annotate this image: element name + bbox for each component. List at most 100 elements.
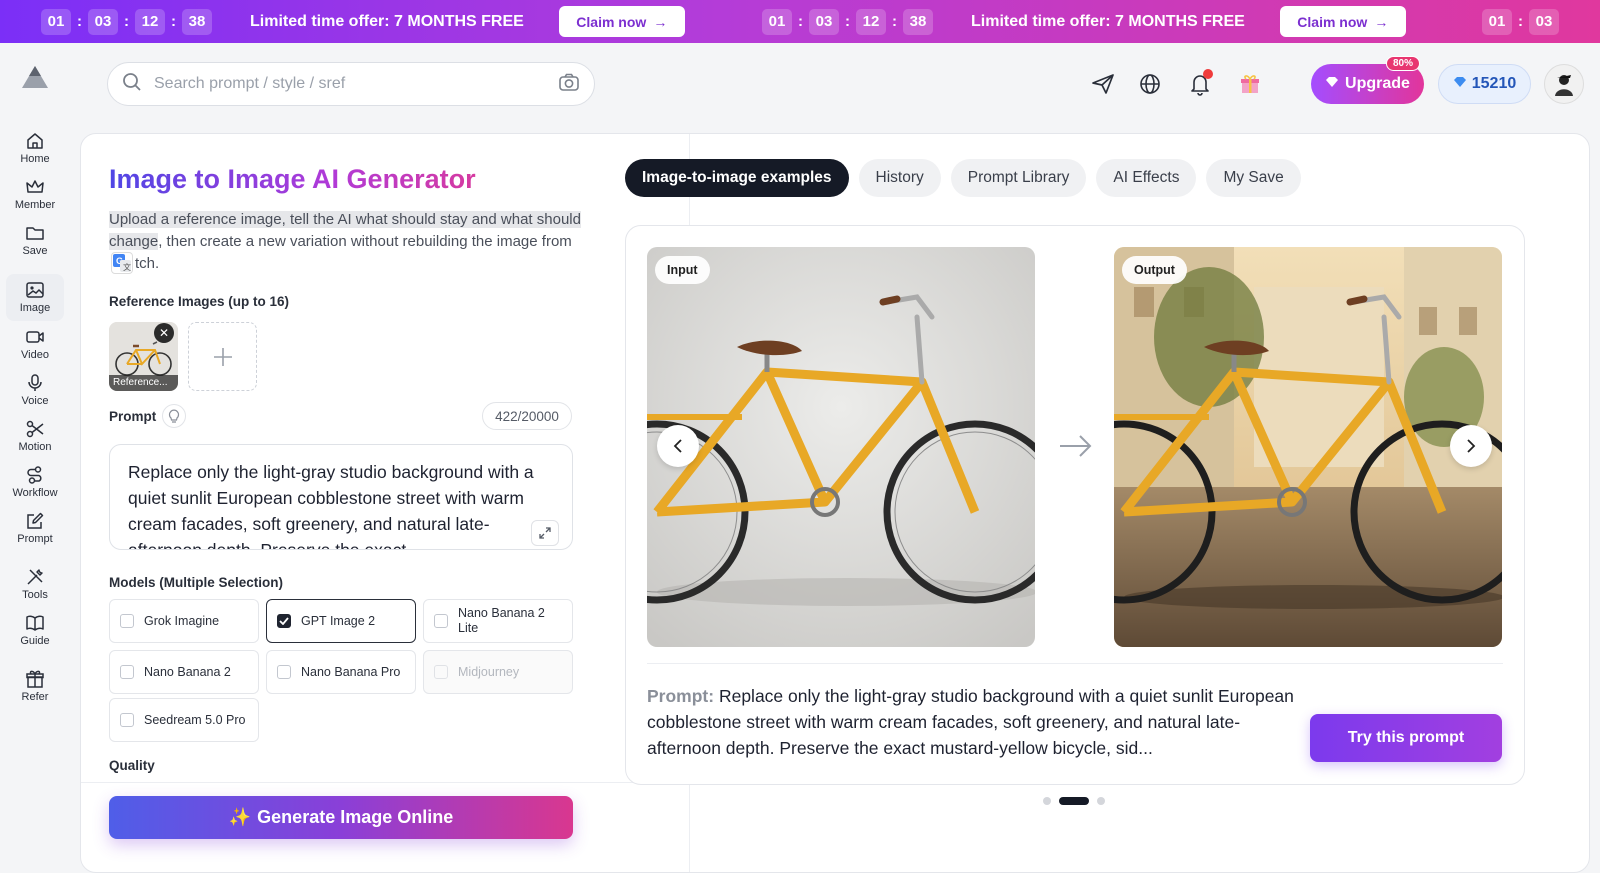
output-tag: Output [1122,256,1187,284]
generate-image-button[interactable]: ✨ Generate Image Online [109,796,573,839]
promo-unit: 01: 03: 12: 38 Limited time offer: 7 MON… [762,0,1406,43]
countdown-timer: 01: 03 [1482,8,1559,35]
image-icon [26,282,44,298]
tab-history[interactable]: History [858,159,941,197]
sidebar-item-label: Save [22,245,48,257]
checkbox-checked[interactable] [277,614,291,628]
prompt-label: Prompt [109,409,157,424]
try-this-prompt-button[interactable]: Try this prompt [1310,714,1502,762]
sidebar-item-label: Voice [21,395,49,407]
add-reference-button[interactable] [188,322,257,391]
sidebar-item-label: Image [19,302,51,314]
camera-icon[interactable] [558,72,580,97]
countdown-minutes: 12 [135,8,165,35]
checkbox[interactable] [120,713,134,727]
checkbox-disabled [434,665,448,679]
tab-prompt-library[interactable]: Prompt Library [950,159,1087,197]
crown-icon [26,180,44,193]
avatar[interactable] [1544,64,1584,104]
discount-badge: 80% [1385,56,1420,71]
sidebar-item-save[interactable]: Save [6,220,64,264]
page-title: Image to Image AI Generator [109,164,476,194]
promo-unit: 01: 03 [1482,0,1559,43]
send-icon[interactable] [1089,70,1117,98]
promo-unit: 01: 03: 12: 38 Limited time offer: 7 MON… [41,0,685,43]
sidebar-item-video[interactable]: Video [6,324,64,368]
sidebar-item-image[interactable]: Image [6,274,64,321]
remove-reference-icon[interactable]: ✕ [154,323,174,343]
sidebar-item-label: Tools [22,589,48,601]
tab-image-to-image-examples[interactable]: Image-to-image examples [625,159,849,197]
sidebar-item-prompt[interactable]: Prompt [6,508,64,552]
countdown-days: 01 [41,8,71,35]
countdown-timer: 01: 03: 12: 38 [41,8,212,35]
quality-label: Quality [109,758,155,773]
model-option-seedream-5-pro[interactable]: Seedream 5.0 Pro [109,698,259,742]
search-icon [122,72,142,97]
divider [647,663,1503,664]
sparkle-icon: ✨ [228,807,252,827]
model-option-midjourney: Midjourney [423,650,573,694]
divider [81,782,689,783]
checkbox[interactable] [434,614,448,628]
pagination-dot-active[interactable] [1059,797,1089,805]
tab-ai-effects[interactable]: AI Effects [1096,159,1197,197]
prompt-textarea[interactable]: Replace only the light-gray studio backg… [109,444,573,550]
arrow-right-icon: → [653,13,668,30]
pagination-dot[interactable] [1043,797,1051,805]
checkbox[interactable] [120,665,134,679]
edit-icon [27,512,44,529]
checkbox[interactable] [120,614,134,628]
countdown-seconds: 38 [903,8,933,35]
model-option-nano-banana-2-lite[interactable]: Nano Banana 2 Lite [423,599,573,643]
sidebar-item-refer[interactable]: Refer [6,666,64,710]
svg-text:文: 文 [123,262,131,272]
sidebar-item-guide[interactable]: Guide [6,610,64,654]
sidebar-item-motion[interactable]: Motion [6,416,64,460]
lightbulb-icon[interactable] [162,404,186,428]
tab-my-save[interactable]: My Save [1206,159,1301,197]
sidebar-item-tools[interactable]: Tools [6,564,64,608]
pagination-dot[interactable] [1097,797,1105,805]
plus-icon [213,347,232,366]
sidebar-item-label: Refer [21,691,49,703]
model-option-grok-imagine[interactable]: Grok Imagine [109,599,259,643]
sidebar-item-member[interactable]: Member [6,174,64,218]
bell-icon[interactable] [1186,69,1214,98]
checkbox[interactable] [277,665,291,679]
model-option-nano-banana-pro[interactable]: Nano Banana Pro [266,650,416,694]
output-image: Output [1114,247,1502,647]
countdown-timer: 01: 03: 12: 38 [762,8,933,35]
chevron-left-icon [673,439,682,453]
sidebar-item-home[interactable]: Home [6,128,64,172]
sidebar-item-label: Guide [20,635,50,647]
sidebar-item-voice[interactable]: Voice [6,370,64,414]
main-panel: Image to Image AI Generator Upload a ref… [80,133,1590,873]
credits-balance[interactable]: 15210 [1438,64,1531,104]
claim-now-button[interactable]: Claim now → [558,6,685,37]
previous-example-button[interactable] [657,425,699,467]
model-option-nano-banana-2[interactable]: Nano Banana 2 [109,650,259,694]
book-icon [26,615,44,631]
sidebar-item-label: Motion [18,441,52,453]
logo[interactable] [20,64,50,90]
search-input[interactable] [154,75,558,93]
motion-icon [26,420,44,438]
model-option-gpt-image-2[interactable]: GPT Image 2 [266,599,416,643]
google-translate-icon[interactable]: G文 [111,252,133,275]
globe-icon[interactable] [1136,70,1164,98]
search-bar[interactable] [107,62,595,106]
expand-icon[interactable] [531,520,559,546]
prompt-character-counter: 422/20000 [482,402,572,430]
upgrade-button[interactable]: Upgrade 80% [1311,56,1424,104]
gift-icon[interactable] [1236,70,1264,98]
next-example-button[interactable] [1450,425,1492,467]
example-tabs: Image-to-image examples History Prompt L… [625,159,1301,197]
sidebar-item-label: Workflow [12,487,58,499]
page-description: Upload a reference image, tell the AI wh… [109,211,581,275]
claim-now-button[interactable]: Claim now → [1279,6,1406,37]
countdown-days: 01 [762,8,792,35]
models-label: Models (Multiple Selection) [109,575,284,590]
sidebar-item-workflow[interactable]: Workflow [6,462,64,506]
promo-text: Limited time offer: 7 MONTHS FREE [250,12,524,30]
